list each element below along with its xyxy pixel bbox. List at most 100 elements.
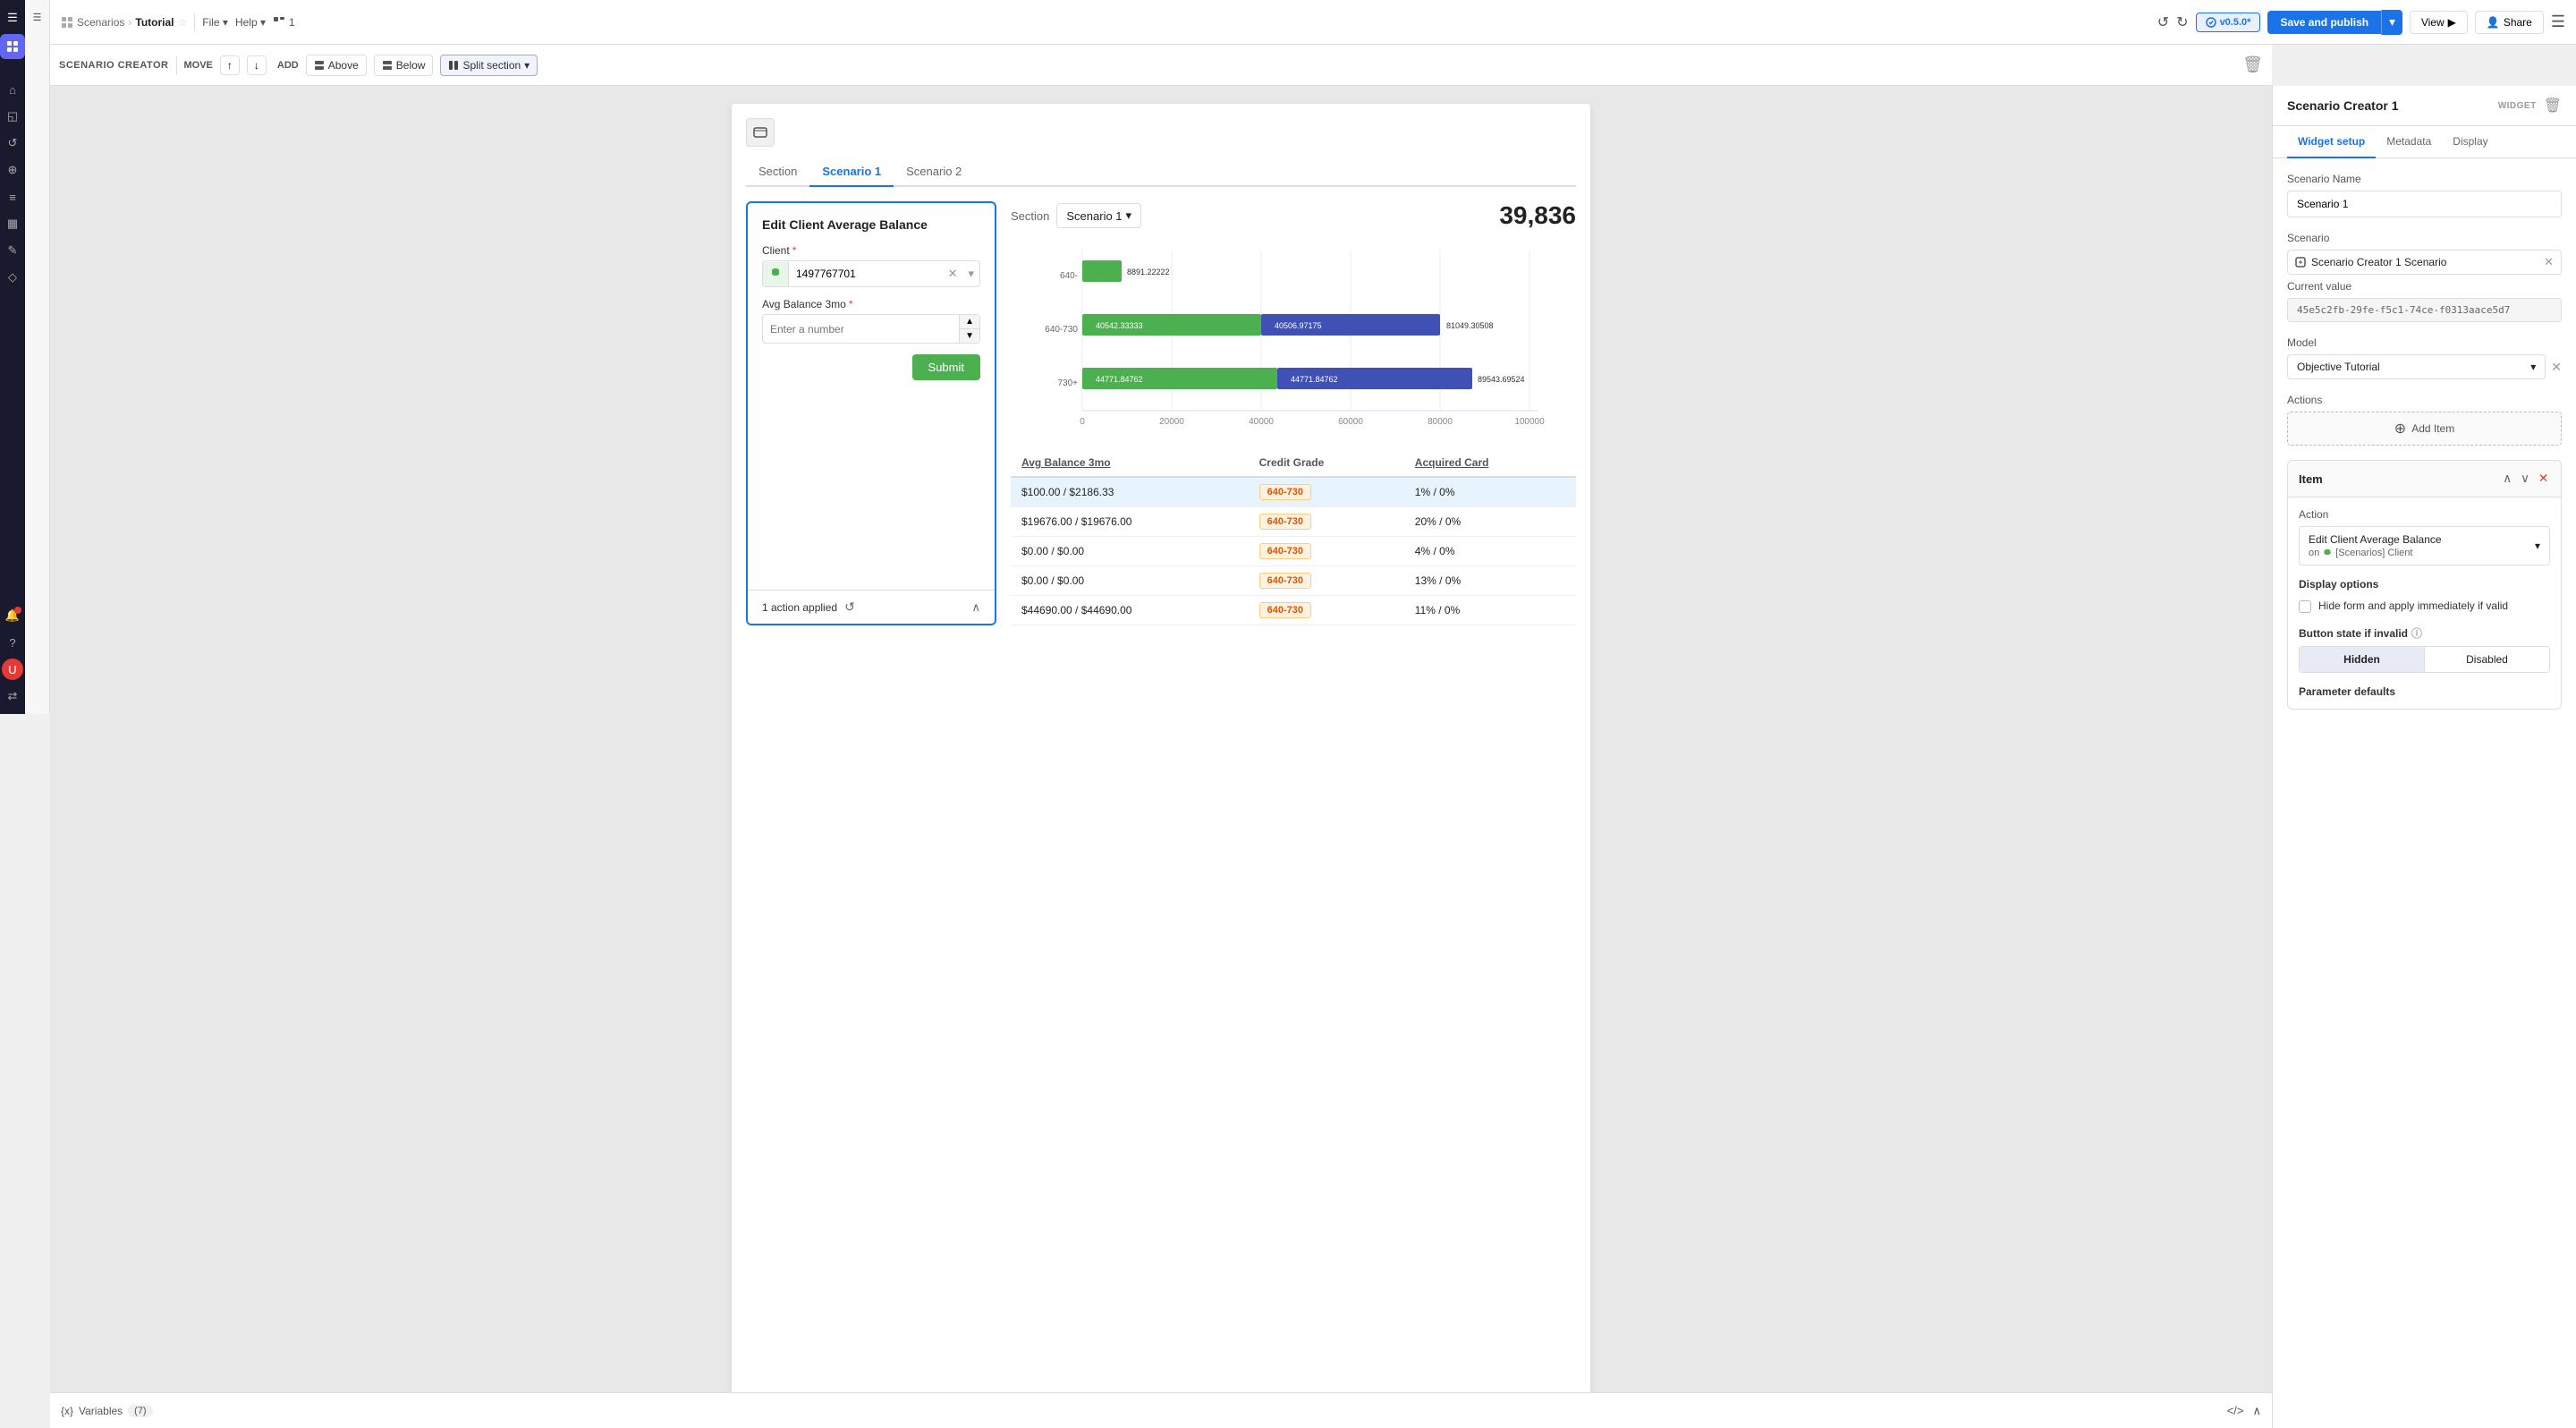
add-below-btn[interactable]: Below (374, 55, 434, 76)
sidebar-menu-icon[interactable]: ☰ (2, 7, 23, 29)
action-sub: on [Scenarios] Client (2309, 548, 2442, 558)
info-icon[interactable]: ⓘ (2411, 625, 2422, 641)
tab-metadata[interactable]: Metadata (2376, 126, 2442, 158)
hidden-opt[interactable]: Hidden (2300, 647, 2425, 672)
save-publish-caret[interactable]: ▾ (2381, 10, 2402, 35)
action-applied-text: 1 action applied (762, 601, 837, 614)
tab-display[interactable]: Display (2442, 126, 2498, 158)
number-down-btn[interactable]: ▼ (960, 329, 979, 343)
button-state: Button state if invalid ⓘ Hidden Disable… (2299, 625, 2550, 673)
sidebar-list-icon[interactable]: ≡ (2, 186, 23, 208)
scenario-dropdown[interactable]: Scenario 1 ▾ (1056, 203, 1141, 228)
sidebar-edit-icon[interactable]: ✎ (2, 240, 23, 261)
right-panel: Scenario Creator 1 WIDGET 🗑 Widget setup… (2272, 86, 2576, 1428)
add-above-btn[interactable]: Above (306, 55, 367, 76)
scenario-value-text: Scenario Creator 1 Scenario (2311, 256, 2538, 268)
split-dropdown-arrow: ▾ (524, 59, 530, 72)
code-icon[interactable]: </> (2227, 1404, 2244, 1418)
item-delete-btn[interactable]: ✕ (2537, 470, 2550, 488)
reset-actions-icon[interactable]: ↺ (844, 599, 855, 615)
client-field: Client * 1497767701 ✕ ▾ (762, 244, 980, 287)
tab-section[interactable]: Section (746, 157, 809, 187)
move-down-btn[interactable]: ↓ (247, 55, 267, 75)
acquired-cell: 20% / 0% (1404, 507, 1576, 537)
item-up-btn[interactable]: ∧ (2501, 470, 2513, 488)
svg-text:40000: 40000 (1249, 417, 1274, 427)
svg-text:60000: 60000 (1338, 417, 1363, 427)
client-input[interactable]: 1497767701 (789, 262, 943, 285)
sidebar-bell-icon[interactable]: 🔔 (2, 605, 23, 626)
collapse-form-icon[interactable]: ∧ (971, 600, 980, 615)
chevron-up-icon[interactable]: ∧ (2252, 1404, 2261, 1418)
scenario-name-label: Scenario Name (2287, 173, 2562, 185)
split-section-btn[interactable]: Split section ▾ (440, 55, 538, 76)
save-publish-btn[interactable]: Save and publish (2267, 11, 2381, 34)
add-label: ADD (277, 60, 299, 71)
item-body: Action Edit Client Average Balance on [S… (2288, 497, 2561, 709)
param-defaults: Parameter defaults (2299, 685, 2550, 698)
sidebar-diamond-icon[interactable]: ◇ (2, 267, 23, 288)
avg-balance-input[interactable] (763, 318, 959, 341)
sidebar-help-icon[interactable]: ? (2, 632, 23, 653)
scenario-name-input[interactable] (2287, 191, 2562, 217)
scenario-label: Scenario (2287, 232, 2562, 244)
sidebar-app-icon[interactable] (0, 34, 25, 59)
client-db-icon (763, 262, 789, 286)
sidebar-user-icon[interactable]: U (2, 659, 23, 680)
file-menu[interactable]: File ▾ (202, 16, 228, 29)
svg-text:8891.22222: 8891.22222 (1127, 268, 1170, 276)
share-btn[interactable]: 👤 Share (2475, 11, 2544, 34)
toolbar: SCENARIO CREATOR MOVE ↑ ↓ ADD Above Belo… (50, 45, 2272, 86)
expand-client-icon[interactable]: ▾ (962, 261, 979, 286)
action-dropdown[interactable]: Edit Client Average Balance on [Scenario… (2299, 526, 2550, 565)
breadcrumb-parent[interactable]: Scenarios (77, 16, 124, 29)
hide-form-checkbox[interactable] (2299, 600, 2311, 613)
move-up-btn[interactable]: ↑ (220, 55, 240, 75)
help-menu[interactable]: Help ▾ (235, 16, 266, 29)
remove-model-icon[interactable]: ✕ (2551, 360, 2562, 375)
disabled-opt[interactable]: Disabled (2425, 647, 2549, 672)
delete-widget-btn[interactable]: 🗑 (2544, 97, 2562, 115)
client-input-wrap[interactable]: 1497767701 ✕ ▾ (762, 260, 980, 287)
form-title: Edit Client Average Balance (762, 217, 980, 232)
item-down-btn[interactable]: ∨ (2519, 470, 2531, 488)
delete-section-btn[interactable]: 🗑 (2242, 55, 2263, 74)
sidebar-history-icon[interactable]: ↺ (2, 132, 23, 154)
display-options-title: Display options (2299, 578, 2550, 591)
undo-btn[interactable]: ↺ (2157, 13, 2169, 31)
section-label: Section (1011, 209, 1049, 223)
hide-form-label: Hide form and apply immediately if valid (2318, 599, 2508, 612)
hamburger-btn[interactable]: ☰ (2551, 13, 2565, 31)
widget-icon (746, 118, 775, 147)
form-footer: 1 action applied ↺ ∧ (748, 590, 995, 624)
col-avg-balance[interactable]: Avg Balance 3mo (1011, 449, 1249, 477)
right-panel-title: Scenario Creator 1 (2287, 98, 2399, 113)
variables-btn[interactable]: {x} Variables (7) (61, 1405, 153, 1417)
submit-btn[interactable]: Submit (912, 354, 980, 380)
second-sidebar-toggle[interactable]: ☰ (28, 7, 47, 27)
version-badge[interactable]: v0.5.0* (2196, 13, 2261, 32)
add-item-btn[interactable]: ⊕ Add Item (2287, 412, 2562, 446)
remove-scenario-icon[interactable]: ✕ (2544, 255, 2554, 269)
current-value-label: Current value (2287, 280, 2562, 293)
col-acquired-card[interactable]: Acquired Card (1404, 449, 1576, 477)
model-value-text: Objective Tutorial (2297, 361, 2380, 373)
star-icon[interactable]: ☆ (177, 16, 187, 29)
model-dropdown[interactable]: Objective Tutorial ▾ (2287, 354, 2546, 379)
tab-scenario1[interactable]: Scenario 1 (809, 157, 894, 187)
form-panel: Edit Client Average Balance Client * 149… (746, 201, 996, 625)
view-btn[interactable]: View ▶ (2410, 11, 2468, 34)
clear-client-icon[interactable]: ✕ (943, 261, 963, 286)
redo-btn[interactable]: ↻ (2176, 13, 2188, 31)
sidebar-layers-icon[interactable]: ◱ (2, 106, 23, 127)
scenario-input-wrap[interactable]: Scenario Creator 1 Scenario ✕ (2287, 250, 2562, 275)
sidebar-home-icon[interactable]: ⌂ (2, 79, 23, 100)
right-panel-body: Scenario Name Scenario Scenario Creator … (2273, 158, 2576, 1428)
sidebar-arrows-icon[interactable]: ⇄ (2, 685, 23, 707)
acquired-cell: 11% / 0% (1404, 596, 1576, 625)
tab-widget-setup[interactable]: Widget setup (2287, 126, 2376, 158)
number-up-btn[interactable]: ▲ (960, 315, 979, 329)
sidebar-chart-icon[interactable]: ▦ (2, 213, 23, 234)
sidebar-search-icon[interactable]: ⊕ (2, 159, 23, 181)
tab-scenario2[interactable]: Scenario 2 (894, 157, 974, 187)
